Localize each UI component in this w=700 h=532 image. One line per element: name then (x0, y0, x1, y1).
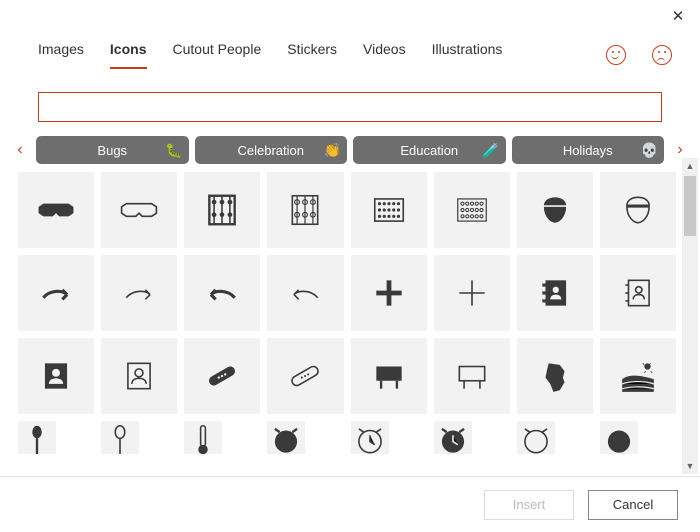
icon-abacus-grid-2[interactable] (434, 172, 510, 248)
icon-pin[interactable] (18, 421, 56, 454)
chip-label: Holidays (563, 143, 613, 158)
icon-agriculture-field[interactable] (600, 338, 676, 414)
icon-thermometer[interactable] (184, 421, 222, 454)
flask-icon: 🧪 (482, 142, 499, 159)
icon-bandage-outline[interactable] (267, 338, 343, 414)
icon-abacus-grid-1[interactable] (351, 172, 427, 248)
icon-address-book-filled[interactable] (517, 255, 593, 331)
tab-illustrations[interactable]: Illustrations (432, 41, 503, 69)
chip-label: Celebration (238, 143, 305, 158)
grid-scrollbar[interactable]: ▲ ▼ (682, 158, 698, 474)
icon-3d-glasses-outline[interactable] (101, 172, 177, 248)
skull-icon: 💀 (641, 142, 658, 159)
icon-africa-filled[interactable] (517, 338, 593, 414)
tab-stickers[interactable]: Stickers (287, 41, 337, 69)
chip-label: Bugs (97, 143, 127, 158)
search-input[interactable] (38, 92, 662, 122)
category-chip-education[interactable]: Education 🧪 (353, 136, 506, 164)
icon-billboard-outline[interactable] (434, 338, 510, 414)
bug-icon: 🐛 (165, 142, 182, 159)
tab-videos[interactable]: Videos (363, 41, 406, 69)
icon-arrow-curve-right-bold[interactable] (18, 255, 94, 331)
icon-bandage-filled[interactable] (184, 338, 260, 414)
icon-alarm-clock-1[interactable] (267, 421, 305, 454)
icon-address-card-filled[interactable] (18, 338, 94, 414)
category-chip-celebration[interactable]: Celebration 👏 (195, 136, 348, 164)
cancel-button[interactable]: Cancel (588, 490, 678, 520)
icon-circle[interactable] (600, 421, 638, 454)
icon-arrow-curve-right[interactable] (101, 255, 177, 331)
icon-alarm-clock-4[interactable] (517, 421, 555, 454)
category-next-button[interactable]: › (670, 141, 690, 159)
category-chip-bugs[interactable]: Bugs 🐛 (36, 136, 189, 164)
icon-alarm-clock-3[interactable] (434, 421, 472, 454)
insert-button: Insert (484, 490, 574, 520)
icon-plus-thin[interactable] (434, 255, 510, 331)
icon-3d-glasses-filled[interactable] (18, 172, 94, 248)
icon-arrow-curve-left[interactable] (267, 255, 343, 331)
icon-acorn-outline[interactable] (600, 172, 676, 248)
feedback-happy-icon[interactable] (606, 45, 626, 65)
icon-arrow-curve-left-bold[interactable] (184, 255, 260, 331)
icon-address-book-outline[interactable] (600, 255, 676, 331)
clap-icon: 👏 (324, 142, 341, 159)
icon-pin-outline[interactable] (101, 421, 139, 454)
scroll-down-button[interactable]: ▼ (686, 458, 695, 474)
category-prev-button[interactable]: ‹ (10, 141, 30, 159)
tab-images[interactable]: Images (38, 41, 84, 69)
category-chip-holidays[interactable]: Holidays 💀 (512, 136, 665, 164)
scroll-up-button[interactable]: ▲ (686, 158, 695, 174)
chip-label: Education (400, 143, 458, 158)
tab-cutout-people[interactable]: Cutout People (173, 41, 262, 69)
tab-icons[interactable]: Icons (110, 41, 147, 69)
feedback-sad-icon[interactable] (652, 45, 672, 65)
icon-alarm-clock-2[interactable] (351, 421, 389, 454)
icon-abacus-1[interactable] (184, 172, 260, 248)
icon-address-card-outline[interactable] (101, 338, 177, 414)
icon-abacus-2[interactable] (267, 172, 343, 248)
close-button[interactable]: ✕ (668, 8, 688, 28)
scroll-thumb[interactable] (684, 176, 696, 236)
icon-acorn-filled[interactable] (517, 172, 593, 248)
icon-plus-bold[interactable] (351, 255, 427, 331)
icon-billboard-filled[interactable] (351, 338, 427, 414)
